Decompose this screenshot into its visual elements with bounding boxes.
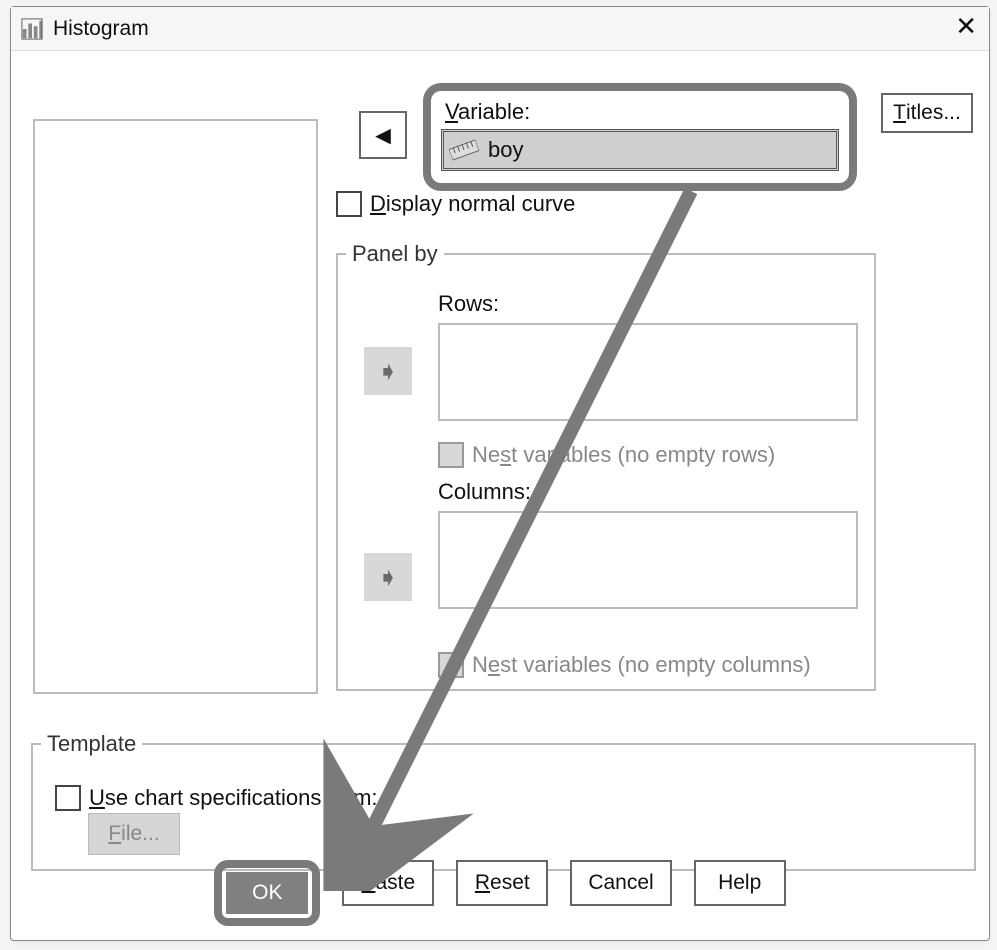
nest-rows-checkbox (438, 442, 464, 468)
arrow-left-icon: ◄ (370, 120, 396, 151)
ok-button[interactable]: OK (226, 872, 308, 914)
variable-highlight: Variable: boy (423, 83, 857, 191)
nest-cols-label: Nest variables (no empty columns) (472, 652, 811, 678)
help-button[interactable]: Help (694, 860, 786, 906)
display-normal-label: Display normal curve (370, 191, 575, 217)
rows-label: Rows: (438, 291, 874, 317)
display-normal-row: Display normal curve (336, 191, 575, 217)
variable-field[interactable]: boy (441, 129, 839, 171)
move-to-columns-button[interactable]: ➧ (364, 553, 412, 601)
variable-value: boy (488, 137, 523, 163)
columns-label: Columns: (438, 479, 874, 505)
ruler-icon (448, 137, 480, 163)
reset-button[interactable]: Reset (456, 860, 548, 906)
template-group: Template Use chart specifications from: … (31, 731, 976, 871)
paste-button[interactable]: Paste (342, 860, 434, 906)
template-legend: Template (41, 731, 142, 757)
arrow-right-icon: ➧ (377, 356, 399, 387)
nest-cols-checkbox (438, 652, 464, 678)
nest-rows-row: Nest variables (no empty rows) (438, 442, 775, 468)
panel-rows-list[interactable] (438, 323, 858, 421)
close-icon[interactable]: ✕ (955, 11, 977, 42)
ok-highlight: OK (214, 860, 320, 926)
use-template-row: Use chart specifications from: (55, 785, 378, 811)
display-normal-checkbox[interactable] (336, 191, 362, 217)
panel-by-legend: Panel by (346, 241, 444, 267)
histogram-dialog: Histogram ✕ ◄ Variable: boy Titles... (10, 6, 990, 941)
window-title: Histogram (53, 17, 149, 41)
titles-button[interactable]: Titles... (881, 93, 973, 133)
arrow-right-icon: ➧ (377, 562, 399, 593)
variable-label: Variable: (445, 99, 839, 125)
use-template-checkbox[interactable] (55, 785, 81, 811)
cancel-button[interactable]: Cancel (570, 860, 671, 906)
source-variable-list[interactable] (33, 119, 318, 694)
panel-columns-list[interactable] (438, 511, 858, 609)
button-row: OK Paste Reset Cancel Help (11, 860, 989, 926)
move-to-variable-button[interactable]: ◄ (359, 111, 407, 159)
titlebar: Histogram ✕ (11, 7, 989, 51)
chart-app-icon (21, 18, 43, 40)
template-file-button: File... (88, 813, 180, 855)
dialog-body: ◄ Variable: boy Titles... Display (11, 51, 989, 940)
nest-rows-label: Nest variables (no empty rows) (472, 442, 775, 468)
nest-cols-row: Nest variables (no empty columns) (438, 652, 811, 678)
use-template-label: Use chart specifications from: (89, 785, 378, 811)
panel-by-group: Panel by Rows: ➧ Nest variables (no empt… (336, 241, 876, 691)
move-to-rows-button[interactable]: ➧ (364, 347, 412, 395)
